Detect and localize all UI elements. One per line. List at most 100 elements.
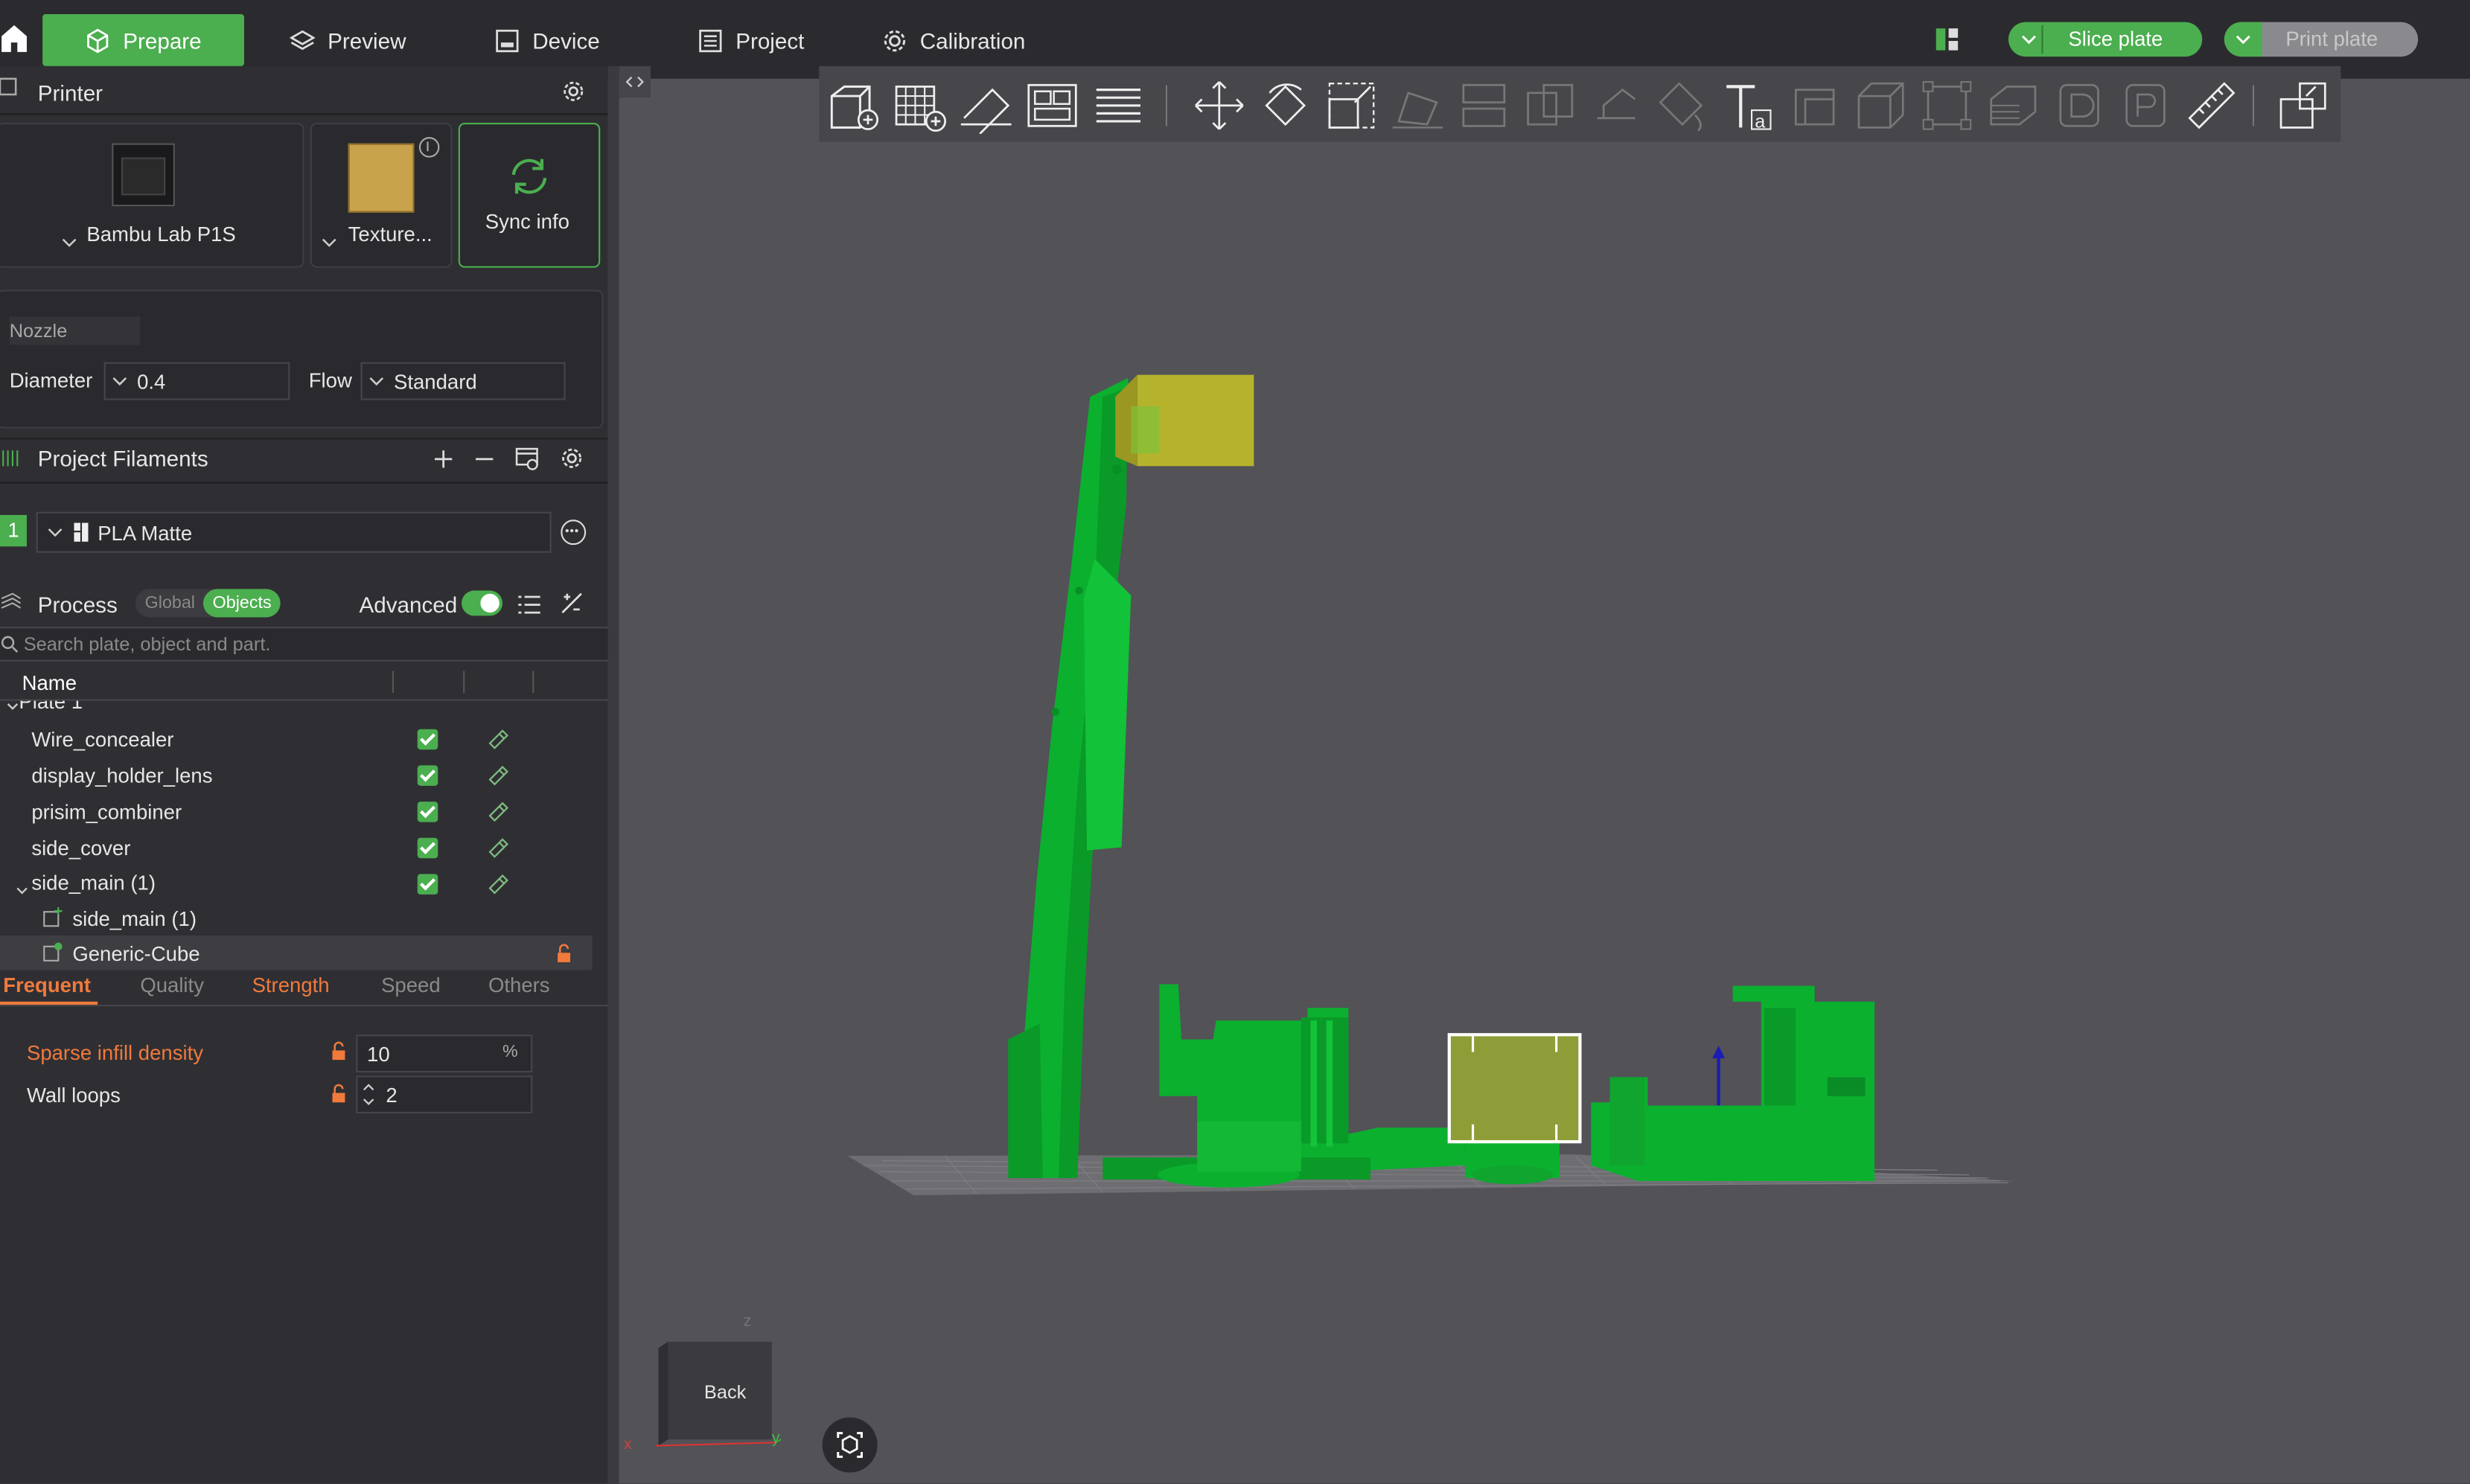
tab-quality[interactable]: Quality <box>140 973 204 997</box>
plus-icon[interactable] <box>433 449 454 470</box>
tab-frequent[interactable]: Frequent <box>3 973 91 997</box>
text-tool-icon[interactable]: a <box>1720 76 1777 135</box>
view-cube[interactable]: Back x y z <box>624 1314 782 1455</box>
object-row-label[interactable]: display_holder_lens <box>31 764 212 787</box>
lock-icon[interactable] <box>556 944 572 965</box>
more-options-icon[interactable] <box>561 519 587 546</box>
part-row-label[interactable]: side_main (1) <box>72 907 197 931</box>
paint-icon[interactable] <box>487 872 509 895</box>
layers-tool-icon[interactable] <box>1985 76 2041 135</box>
chevron-down-icon[interactable] <box>2224 22 2262 57</box>
tab-project[interactable]: Project <box>698 14 804 66</box>
gear-icon[interactable] <box>562 80 584 103</box>
sync-info-button[interactable]: Sync info <box>458 123 601 268</box>
wall-loops-stepper[interactable]: 2 <box>356 1075 533 1114</box>
support-paint-icon[interactable] <box>1588 76 1644 135</box>
auto-orient-icon[interactable] <box>958 76 1015 135</box>
bounding-box-icon[interactable] <box>1918 76 1975 135</box>
filament-select[interactable]: PLA Matte <box>36 511 552 553</box>
3d-viewport[interactable] <box>619 141 2470 1483</box>
diameter-select[interactable]: 0.4 <box>103 362 290 400</box>
plate-name: Texture... <box>348 222 433 246</box>
lay-on-face-icon[interactable] <box>1389 76 1446 135</box>
compare-icon[interactable] <box>561 592 583 615</box>
object-row-label[interactable]: Wire_concealer <box>31 728 173 752</box>
print-plate-button[interactable]: Print plate <box>2224 22 2419 57</box>
plate-settings-icon[interactable] <box>2117 76 2174 135</box>
stepper-icon[interactable] <box>357 1079 380 1110</box>
cut-icon[interactable] <box>1455 76 1512 135</box>
paint-icon[interactable] <box>487 800 509 822</box>
ruler-icon[interactable] <box>2183 76 2240 135</box>
seam-paint-icon[interactable] <box>1654 76 1711 135</box>
cube-icon <box>87 28 109 53</box>
slice-plate-button[interactable]: Slice plate <box>2008 22 2203 57</box>
search-placeholder: Search plate, object and part. <box>23 633 271 656</box>
arrange-icon[interactable] <box>1024 76 1080 135</box>
plate-label[interactable]: Plate 1 <box>19 701 83 714</box>
object-row-label[interactable]: side_cover <box>31 837 130 860</box>
printer-select-card[interactable]: Bambu Lab P1S <box>0 123 304 268</box>
process-icon <box>0 592 22 615</box>
printer-thumbnail <box>112 143 175 207</box>
tab-device[interactable]: Device <box>494 14 600 66</box>
chevron-down-icon[interactable] <box>16 877 28 895</box>
filament-index-badge[interactable]: 1 <box>0 514 27 547</box>
print-plate-label: Print plate <box>2285 26 2378 51</box>
scale-icon[interactable] <box>1323 76 1379 135</box>
rotate-icon[interactable] <box>1257 76 1314 135</box>
lock-icon[interactable] <box>331 1041 346 1062</box>
layout-icon[interactable] <box>1936 28 1959 51</box>
split-layers-icon[interactable] <box>1090 76 1146 135</box>
object-search-input[interactable]: Search plate, object and part. <box>0 627 610 662</box>
checkbox-icon[interactable] <box>417 765 438 786</box>
minus-icon[interactable] <box>474 449 495 470</box>
checkbox-icon[interactable] <box>417 729 438 750</box>
selected-generic-cube[interactable] <box>1447 1033 1582 1144</box>
info-icon[interactable] <box>418 137 440 158</box>
plate-select-card[interactable]: Texture... <box>310 123 453 268</box>
add-object-icon[interactable] <box>826 76 882 135</box>
home-icon[interactable] <box>0 22 28 54</box>
assemble-view-icon[interactable] <box>2275 76 2332 135</box>
nozzle-label: Nozzle <box>9 316 140 345</box>
paint-icon[interactable] <box>487 728 509 750</box>
flow-select[interactable]: Standard <box>360 362 566 400</box>
checkbox-icon[interactable] <box>417 837 438 859</box>
part-row-label[interactable]: Generic-Cube <box>72 941 200 965</box>
add-plate-icon[interactable] <box>892 76 948 135</box>
object-row-label[interactable]: prisim_combiner <box>31 800 182 824</box>
assembly-icon[interactable] <box>2051 76 2107 135</box>
tab-strength[interactable]: Strength <box>252 973 330 997</box>
boolean-icon[interactable] <box>1522 76 1578 135</box>
svg-tool-icon[interactable] <box>1787 76 1843 135</box>
tab-prepare[interactable]: Prepare <box>42 14 244 66</box>
tab-others[interactable]: Others <box>488 973 550 997</box>
checkbox-icon[interactable] <box>417 802 438 822</box>
filament-sync-icon[interactable] <box>515 447 540 471</box>
checkbox-icon[interactable] <box>417 874 438 895</box>
sparse-infill-input[interactable]: 10 % <box>356 1034 533 1073</box>
advanced-toggle[interactable] <box>462 590 503 616</box>
reset-view-button[interactable] <box>822 1417 878 1473</box>
tab-calibration[interactable]: Calibration <box>882 14 1025 66</box>
lock-icon[interactable] <box>331 1084 346 1104</box>
tab-speed[interactable]: Speed <box>381 973 441 997</box>
model-arm <box>1008 377 1132 1178</box>
object-row-label[interactable]: side_main (1) <box>31 871 156 895</box>
sidebar-splitter[interactable] <box>607 65 619 1484</box>
measure-box-icon[interactable] <box>1852 76 1909 135</box>
global-option[interactable]: Global <box>145 594 195 613</box>
gear-icon[interactable] <box>561 447 583 470</box>
process-header: Process <box>37 592 118 618</box>
paint-icon[interactable] <box>487 837 509 859</box>
chevron-down-icon[interactable] <box>2020 25 2043 54</box>
tab-preview[interactable]: Preview <box>290 14 406 66</box>
chevron-down-icon[interactable] <box>6 701 19 710</box>
list-view-icon[interactable] <box>518 594 540 614</box>
objects-option[interactable]: Objects <box>202 589 281 618</box>
paint-icon[interactable] <box>487 764 509 786</box>
object-list: Plate 1 Wire_concealer display_holder_le… <box>0 701 608 972</box>
collapse-sidebar-icon[interactable] <box>619 65 651 98</box>
move-icon[interactable] <box>1191 76 1248 135</box>
